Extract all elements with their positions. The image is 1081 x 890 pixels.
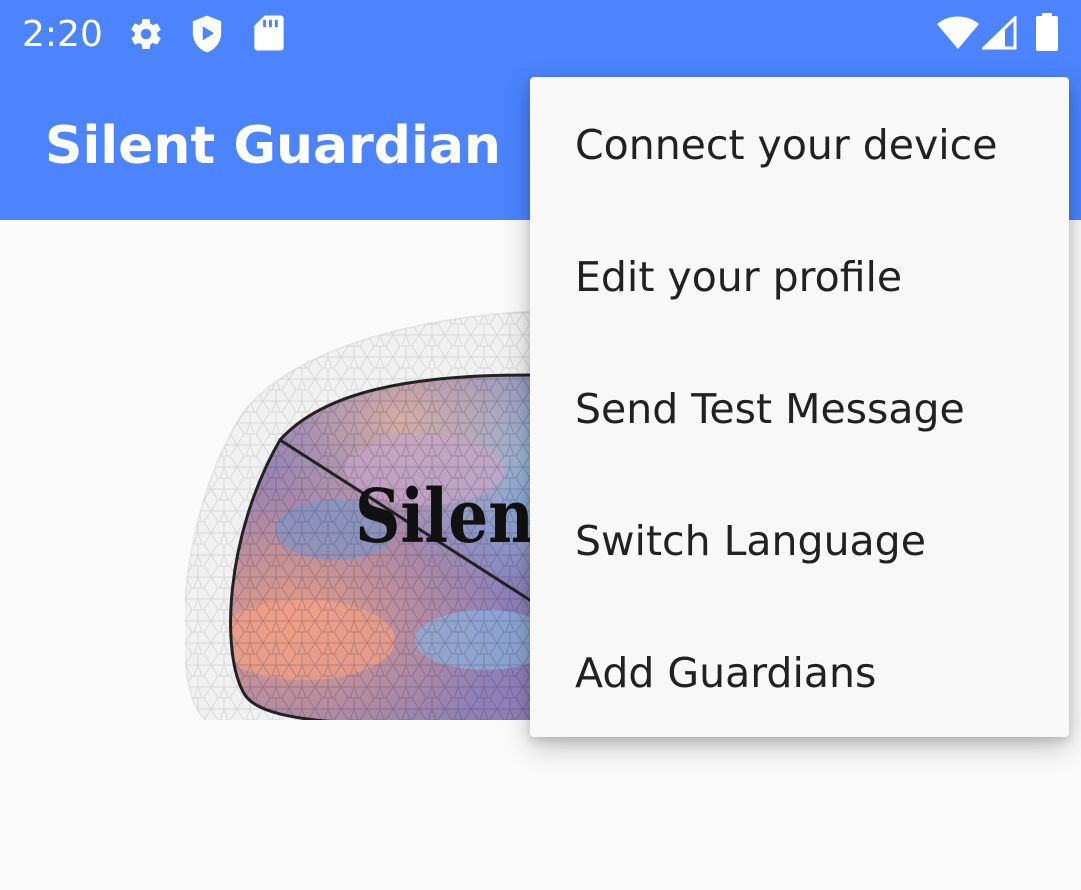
app-title: Silent Guardian: [45, 116, 501, 176]
wifi-icon: [937, 16, 979, 49]
menu-item-label: Connect your device: [575, 121, 998, 169]
menu-item-label: Send Test Message: [575, 385, 965, 433]
menu-item-label: Switch Language: [575, 517, 926, 565]
menu-item-send-test-message[interactable]: Send Test Message: [530, 343, 1069, 475]
overflow-menu: Connect your device Edit your profile Se…: [530, 77, 1069, 737]
status-bar: 2:20: [0, 0, 1081, 70]
menu-item-edit-profile[interactable]: Edit your profile: [530, 211, 1069, 343]
sd-card-icon: [254, 15, 284, 51]
menu-item-connect-device[interactable]: Connect your device: [530, 79, 1069, 211]
menu-item-label: Edit your profile: [575, 253, 903, 301]
gear-icon: [131, 18, 161, 49]
menu-item-add-guardians[interactable]: Add Guardians: [530, 607, 1069, 739]
status-time: 2:20: [22, 14, 103, 55]
shield-play-icon: [192, 15, 222, 53]
battery-icon: [1036, 13, 1058, 51]
menu-item-switch-language[interactable]: Switch Language: [530, 475, 1069, 607]
menu-item-label: Add Guardians: [575, 649, 877, 697]
cell-signal-icon: [982, 16, 1017, 50]
